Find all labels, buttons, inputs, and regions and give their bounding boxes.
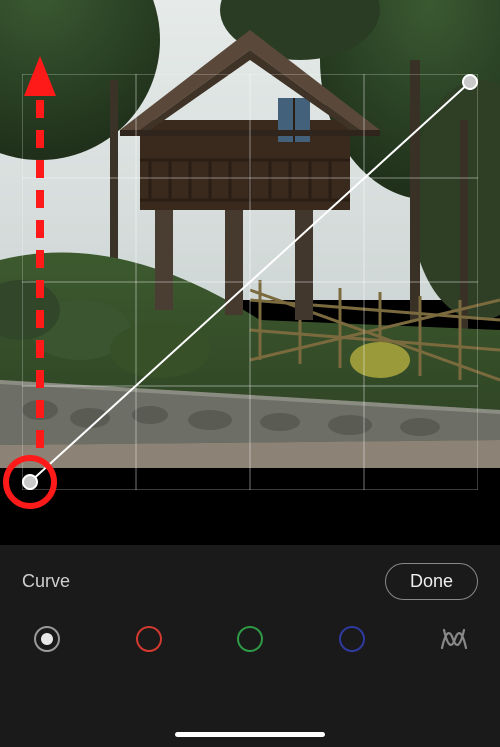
channel-luma[interactable] — [32, 624, 62, 654]
done-button[interactable]: Done — [385, 563, 478, 600]
curve-point-shadow[interactable] — [23, 475, 37, 489]
curve-controls-panel: Curve Done — [0, 545, 500, 747]
home-indicator[interactable] — [175, 732, 325, 737]
parametric-curve-icon[interactable] — [438, 624, 468, 654]
channel-green[interactable] — [235, 624, 265, 654]
tool-title: Curve — [22, 571, 70, 592]
photo-editor-screen: Curve Done — [0, 0, 500, 747]
channel-selector-row — [0, 606, 500, 654]
channel-blue[interactable] — [337, 624, 367, 654]
preview-image — [0, 0, 500, 468]
channel-red[interactable] — [134, 624, 164, 654]
photo-preview[interactable] — [0, 0, 500, 468]
